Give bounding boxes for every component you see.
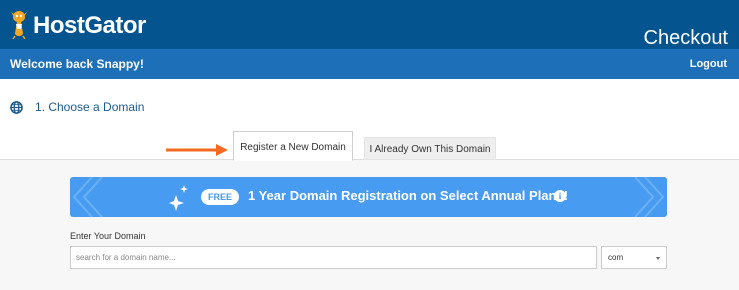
- tab-already-own-domain[interactable]: I Already Own This Domain: [364, 137, 496, 160]
- welcome-message: Welcome back Snappy!: [10, 57, 144, 71]
- sparkle-icon: [169, 185, 188, 211]
- tld-select[interactable]: com: [601, 246, 667, 269]
- promo-text: 1 Year Domain Registration on Select Ann…: [248, 188, 569, 203]
- page-title: Checkout: [643, 27, 729, 49]
- domain-search-input[interactable]: [70, 246, 597, 269]
- free-badge: FREE: [201, 189, 239, 205]
- welcome-bar: Welcome back Snappy! Logout: [0, 49, 739, 79]
- tld-selected-value: com: [608, 253, 624, 262]
- tab-register-new-domain[interactable]: Register a New Domain: [233, 131, 353, 161]
- hostgator-logo[interactable]: HostGator: [8, 11, 146, 40]
- globe-icon: [10, 100, 23, 114]
- gator-mascot-icon: [11, 11, 27, 39]
- section-header: 1. Choose a Domain: [10, 100, 144, 114]
- chevron-decoration-left-icon: [72, 177, 103, 217]
- promo-banner: FREE 1 Year Domain Registration on Selec…: [70, 177, 667, 217]
- info-icon[interactable]: i: [554, 190, 566, 202]
- orange-arrow-icon: [166, 144, 228, 156]
- section-title: 1. Choose a Domain: [35, 100, 145, 114]
- brand-name: HostGator: [33, 12, 146, 39]
- caret-down-icon: [656, 257, 660, 260]
- logout-link[interactable]: Logout: [690, 58, 727, 70]
- domain-input-label: Enter Your Domain: [70, 231, 146, 241]
- top-header: HostGator Checkout: [0, 0, 739, 49]
- chevron-decoration-right-icon: [634, 177, 665, 217]
